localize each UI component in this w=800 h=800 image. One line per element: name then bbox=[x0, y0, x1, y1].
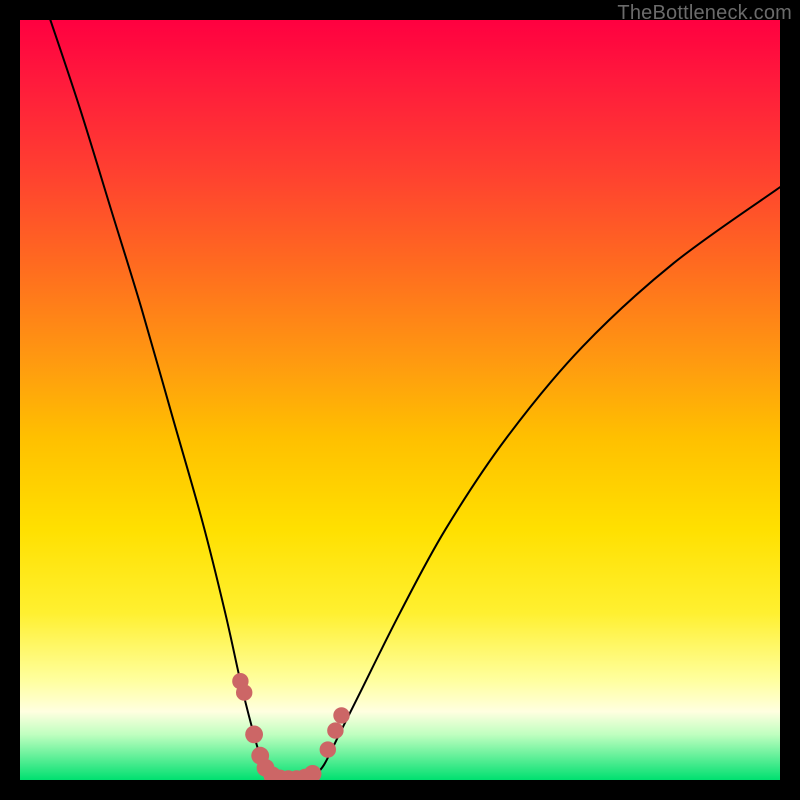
attribution-text: TheBottleneck.com bbox=[617, 2, 792, 25]
curve-marker bbox=[304, 765, 322, 780]
outer-frame: TheBottleneck.com bbox=[0, 0, 800, 800]
curve-marker bbox=[245, 726, 263, 744]
curve-marker bbox=[320, 741, 336, 757]
marker-group bbox=[232, 673, 349, 780]
curve-marker bbox=[327, 722, 343, 738]
right-curve bbox=[313, 187, 780, 778]
curve-marker bbox=[333, 707, 349, 723]
left-curve bbox=[50, 20, 273, 778]
curve-marker bbox=[236, 684, 252, 700]
chart-svg bbox=[20, 20, 780, 780]
plot-area bbox=[20, 20, 780, 780]
